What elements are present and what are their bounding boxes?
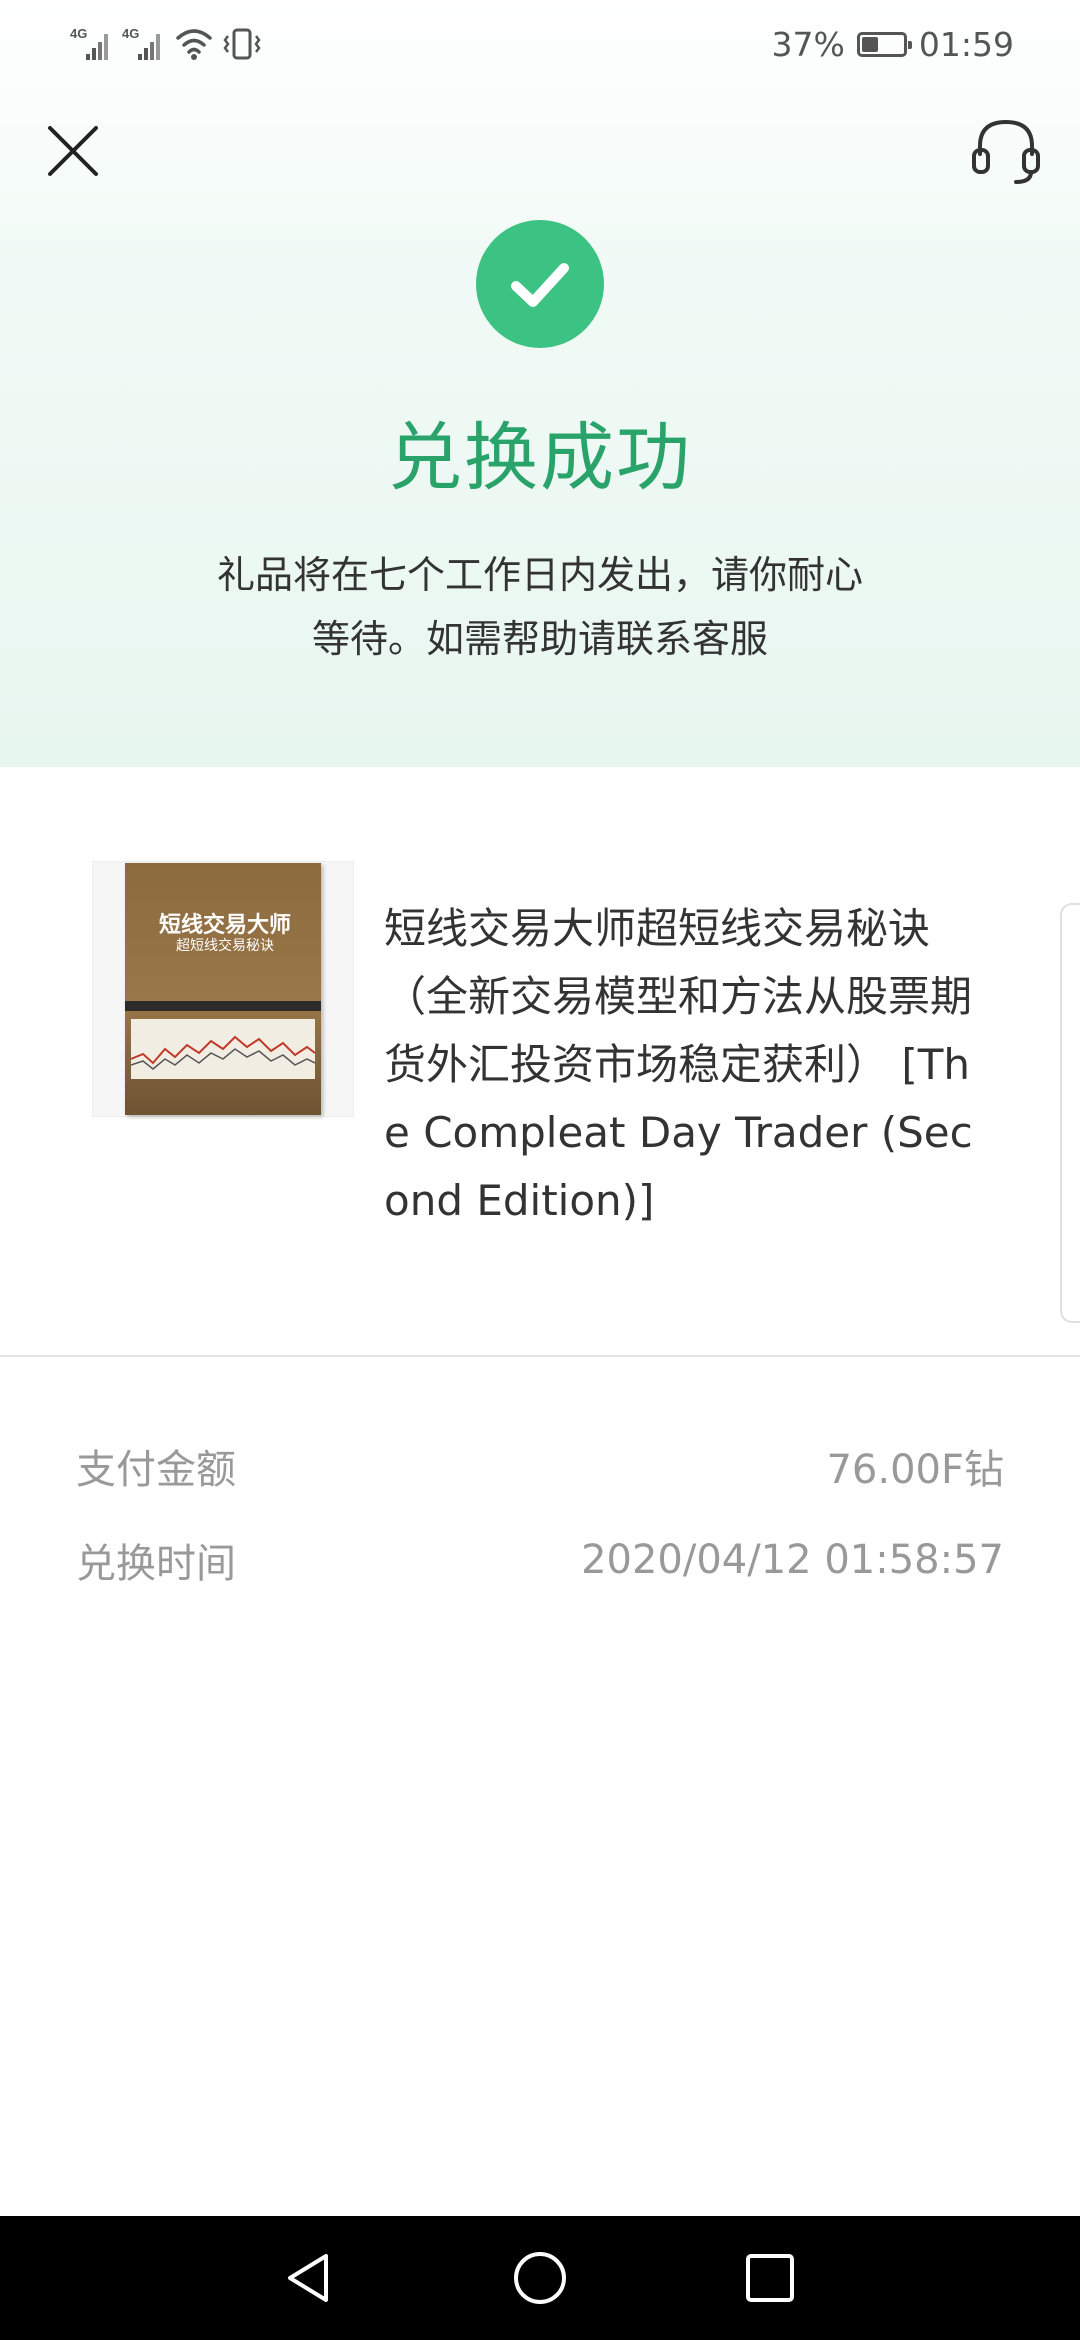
svg-text:4G: 4G bbox=[122, 26, 139, 41]
exchange-time-row: 兑换时间 2020/04/12 01:58:57 bbox=[76, 1530, 1004, 1590]
book-cover-art: 短线交易大师 超短线交易秘诀 bbox=[125, 863, 321, 1115]
exchange-time-value: 2020/04/12 01:58:57 bbox=[581, 1537, 1004, 1583]
close-button[interactable] bbox=[42, 120, 104, 182]
svg-text:4G: 4G bbox=[70, 26, 87, 41]
headset-icon bbox=[972, 119, 1040, 184]
section-divider bbox=[0, 1355, 1080, 1357]
battery-level bbox=[861, 36, 879, 52]
payment-amount-row: 支付金额 76.00F钻 bbox=[76, 1436, 1004, 1496]
payment-amount-label: 支付金额 bbox=[76, 1447, 236, 1493]
status-bar-right: 37% 01:59 bbox=[772, 22, 1014, 66]
status-bar-left: 4G 4G bbox=[70, 22, 262, 66]
success-title: 兑换成功 bbox=[388, 415, 692, 501]
exchange-success-screen: 4G 4G 37% 01:59 兑换成功 礼品将在七个工作日内发出，请你耐心等待… bbox=[0, 0, 1080, 2340]
product-image[interactable]: 短线交易大师 超短线交易秘诀 bbox=[92, 861, 354, 1117]
home-circle-icon bbox=[514, 2252, 566, 2304]
product-card[interactable]: 短线交易大师 超短线交易秘诀 短线交易大师超短线交易秘诀（全新交易模型和方法从股… bbox=[0, 767, 1080, 1357]
book-cover-band bbox=[125, 1001, 321, 1011]
battery-percent: 37% bbox=[771, 24, 845, 64]
book-cover-chart bbox=[130, 1019, 316, 1079]
side-pull-tab[interactable] bbox=[1060, 903, 1080, 1323]
battery-icon bbox=[856, 31, 912, 57]
wifi-icon bbox=[176, 29, 212, 60]
nav-recents-button[interactable] bbox=[738, 2246, 802, 2310]
nav-home-button[interactable] bbox=[508, 2246, 572, 2310]
recents-square-icon bbox=[746, 2254, 794, 2302]
signal-icon: 4G bbox=[122, 26, 160, 60]
nav-back-button[interactable] bbox=[278, 2246, 342, 2310]
product-name: 短线交易大师超短线交易秘诀（全新交易模型和方法从股票期货外汇投资市场稳定获利） … bbox=[384, 904, 973, 1225]
check-circle-icon bbox=[476, 220, 604, 348]
payment-amount-value: 76.00F钻 bbox=[826, 1447, 1004, 1493]
book-cover-subtitle: 超短线交易秘诀 bbox=[176, 938, 274, 954]
status-time: 01:59 bbox=[918, 24, 1014, 64]
status-bar: 4G 4G 37% 01:59 bbox=[0, 0, 1080, 90]
system-navigation-bar bbox=[0, 2216, 1080, 2340]
vibrate-icon bbox=[223, 28, 261, 60]
success-message: 礼品将在七个工作日内发出，请你耐心等待。如需帮助请联系客服 bbox=[216, 553, 863, 661]
exchange-time-label: 兑换时间 bbox=[76, 1541, 236, 1587]
close-icon bbox=[48, 126, 98, 176]
customer-service-button[interactable] bbox=[968, 116, 1044, 186]
signal-icon: 4G bbox=[70, 26, 108, 60]
checkmark-icon bbox=[511, 263, 569, 307]
back-triangle-icon bbox=[288, 2254, 328, 2302]
